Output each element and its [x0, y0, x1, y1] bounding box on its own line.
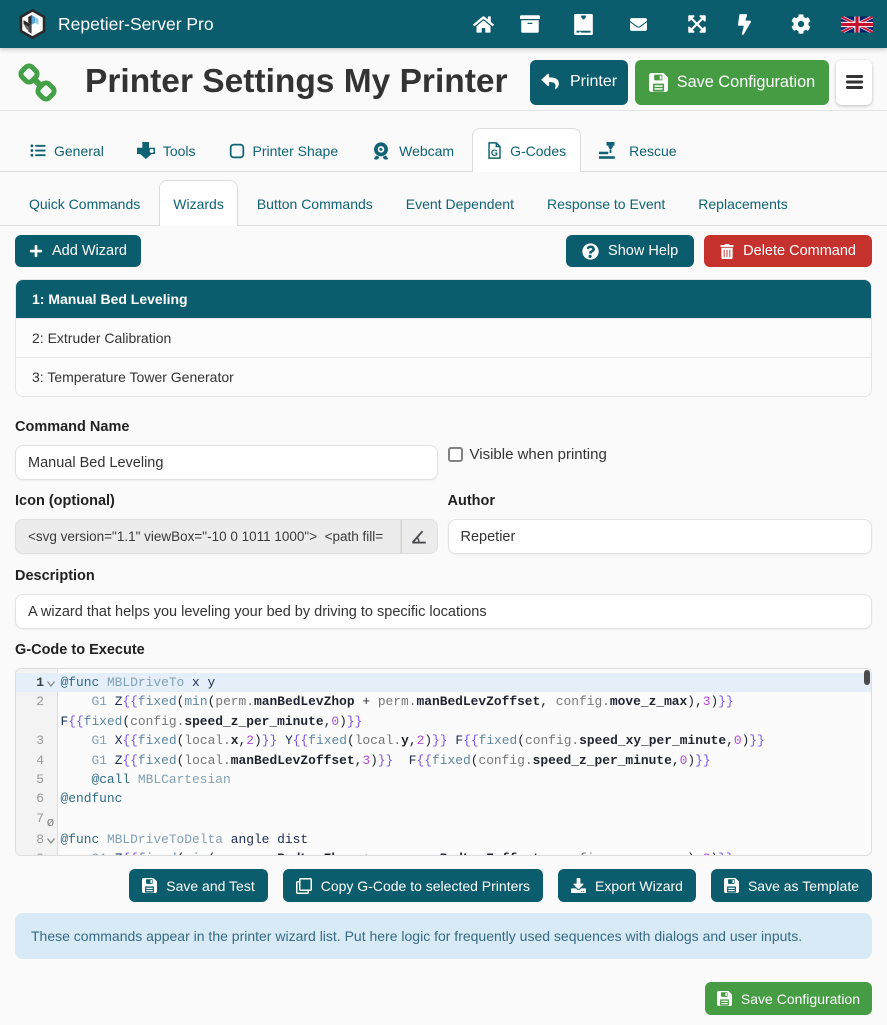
svg-text:G: G: [491, 148, 498, 158]
